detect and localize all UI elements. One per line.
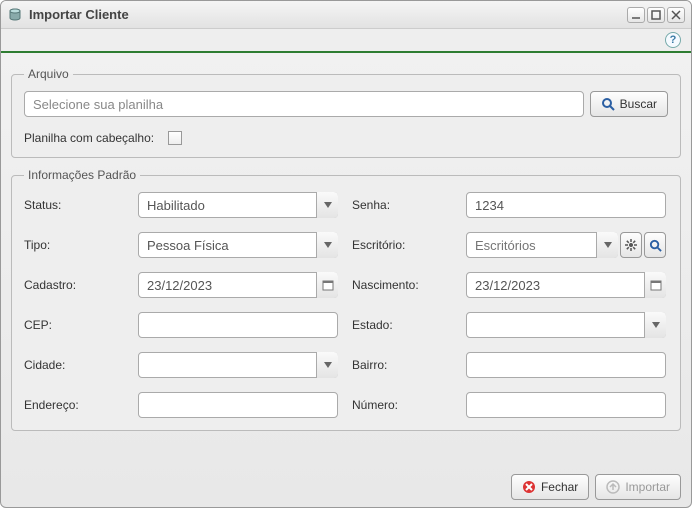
label-tipo: Tipo: bbox=[24, 238, 124, 252]
upload-arrow-icon bbox=[606, 480, 620, 494]
label-endereco: Endereço: bbox=[24, 398, 124, 412]
dialog-window: Importar Cliente ? Arquivo bbox=[0, 0, 692, 508]
legend-info: Informações Padrão bbox=[24, 168, 140, 182]
minimize-button[interactable] bbox=[627, 7, 645, 23]
import-button[interactable]: Importar bbox=[595, 474, 681, 500]
escritorio-search-button[interactable] bbox=[644, 232, 666, 258]
header-checkbox[interactable] bbox=[168, 131, 182, 145]
numero-input[interactable] bbox=[466, 392, 666, 418]
maximize-button[interactable] bbox=[647, 7, 665, 23]
close-dialog-label: Fechar bbox=[541, 480, 578, 494]
nascimento-date[interactable] bbox=[466, 272, 666, 298]
estado-combo-input[interactable] bbox=[466, 312, 666, 338]
fieldset-arquivo: Arquivo Buscar Planilha com cabeçalho: bbox=[11, 67, 681, 158]
senha-input[interactable] bbox=[466, 192, 666, 218]
fieldset-info: Informações Padrão Status: Senha: Tipo: bbox=[11, 168, 681, 431]
cadastro-date[interactable] bbox=[138, 272, 338, 298]
nascimento-date-input[interactable] bbox=[466, 272, 666, 298]
label-nascimento: Nascimento: bbox=[352, 278, 452, 292]
label-status: Status: bbox=[24, 198, 124, 212]
endereco-input[interactable] bbox=[138, 392, 338, 418]
label-senha: Senha: bbox=[352, 198, 452, 212]
footer: Fechar Importar bbox=[1, 467, 691, 507]
content-area: Arquivo Buscar Planilha com cabeçalho: bbox=[1, 53, 691, 467]
gear-icon bbox=[625, 239, 637, 251]
chevron-down-icon[interactable] bbox=[316, 232, 338, 258]
label-bairro: Bairro: bbox=[352, 358, 452, 372]
chevron-down-icon[interactable] bbox=[644, 312, 666, 338]
chevron-down-icon[interactable] bbox=[316, 192, 338, 218]
escritorio-settings-button[interactable] bbox=[620, 232, 642, 258]
window-title: Importar Cliente bbox=[29, 7, 129, 22]
cidade-combo[interactable] bbox=[138, 352, 338, 378]
label-numero: Número: bbox=[352, 398, 452, 412]
tipo-combo-input[interactable] bbox=[138, 232, 338, 258]
chevron-down-icon[interactable] bbox=[596, 232, 618, 258]
label-cep: CEP: bbox=[24, 318, 124, 332]
calendar-icon[interactable] bbox=[316, 272, 338, 298]
status-combo[interactable] bbox=[138, 192, 338, 218]
close-circle-icon bbox=[522, 480, 536, 494]
label-cadastro: Cadastro: bbox=[24, 278, 124, 292]
magnifier-icon bbox=[649, 239, 662, 252]
titlebar: Importar Cliente bbox=[1, 1, 691, 29]
cadastro-date-input[interactable] bbox=[138, 272, 338, 298]
cep-input[interactable] bbox=[138, 312, 338, 338]
import-button-label: Importar bbox=[625, 480, 670, 494]
header-checkbox-label: Planilha com cabeçalho: bbox=[24, 131, 154, 145]
label-cidade: Cidade: bbox=[24, 358, 124, 372]
calendar-icon[interactable] bbox=[644, 272, 666, 298]
chevron-down-icon[interactable] bbox=[316, 352, 338, 378]
database-icon bbox=[7, 7, 23, 23]
estado-combo[interactable] bbox=[466, 312, 666, 338]
tipo-combo[interactable] bbox=[138, 232, 338, 258]
file-path-input[interactable] bbox=[24, 91, 584, 117]
magnifier-icon bbox=[601, 97, 615, 111]
toolbar: ? bbox=[1, 29, 691, 53]
label-estado: Estado: bbox=[352, 318, 452, 332]
browse-button[interactable]: Buscar bbox=[590, 91, 668, 117]
escritorio-combo[interactable] bbox=[466, 232, 618, 258]
close-button[interactable] bbox=[667, 7, 685, 23]
cidade-combo-input[interactable] bbox=[138, 352, 338, 378]
legend-arquivo: Arquivo bbox=[24, 67, 73, 81]
status-combo-input[interactable] bbox=[138, 192, 338, 218]
label-escritorio: Escritório: bbox=[352, 238, 452, 252]
help-icon[interactable]: ? bbox=[665, 32, 681, 48]
bairro-input[interactable] bbox=[466, 352, 666, 378]
close-dialog-button[interactable]: Fechar bbox=[511, 474, 589, 500]
browse-button-label: Buscar bbox=[620, 97, 657, 111]
